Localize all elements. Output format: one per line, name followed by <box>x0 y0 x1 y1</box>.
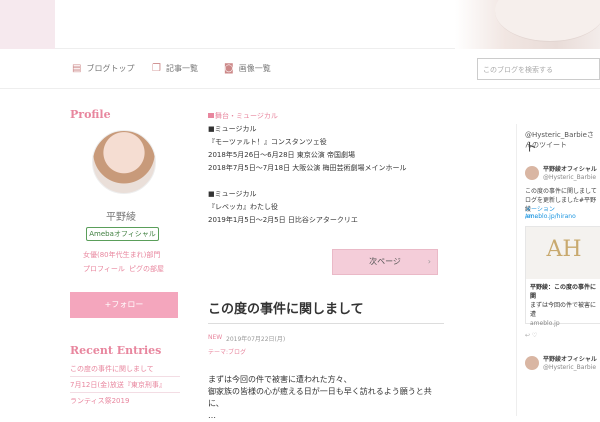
pig-room-link[interactable]: ピグの部屋 <box>129 264 164 274</box>
blog-nav: ▤ ブログトップ ❐ 記事一覧 ◙ 画像一覧 このブログを検索する <box>0 49 600 89</box>
recent-entry[interactable]: ランティス祭2019 <box>70 396 129 406</box>
nav-image-list[interactable]: ◙ 画像一覧 <box>224 63 271 74</box>
nav-entry-list[interactable]: ❐ 記事一覧 <box>152 63 198 74</box>
text-line: ■ミュージカル <box>208 190 257 198</box>
text-line: 『モーツァルト！』コンスタンツェ役 <box>208 138 327 146</box>
avatar[interactable] <box>525 166 539 180</box>
text-line: 2018年7月5日〜7月18日 大阪公演 梅田芸術劇場メインホール <box>208 164 407 172</box>
chevron-right-icon: › <box>427 257 431 266</box>
category-icon <box>208 113 214 118</box>
tweet-author[interactable]: 平野綾オフィシャル <box>543 164 597 173</box>
entry-text: まずは今回の件で被害に遭われた方々、 御家族の皆様の心が癒える日が一日も早く訪れ… <box>208 375 432 420</box>
follow-button[interactable]: +フォロー <box>70 292 178 318</box>
article-body: 舞台・ミュージカル ■ミュージカル 『モーツァルト！』コンスタンツェ役 2018… <box>208 110 444 227</box>
tweet-author[interactable]: 平野綾オフィシャル <box>543 354 597 363</box>
theme-link[interactable]: テーマ:ブログ <box>208 347 246 356</box>
nav-blog-top[interactable]: ▤ ブログトップ <box>72 63 134 74</box>
recent-entries-heading: Recent Entries <box>70 344 162 357</box>
tweet-line[interactable]: /en... <box>525 213 540 220</box>
genre-link[interactable]: 女優(80年代生まれ)部門 <box>83 250 160 260</box>
tweet-handle[interactable]: @Hysteric_Barbie <box>543 174 596 181</box>
twitter-widget: @Hysteric_Barbieさんのツイート ト 平野綾オフィシャル @Hys… <box>516 124 600 416</box>
profile-name[interactable]: 平野綾 <box>106 208 136 223</box>
header-photo <box>455 0 600 49</box>
tweet-handle[interactable]: @Hysteric_Barbie <box>543 364 596 371</box>
profile-heading: Profile <box>70 108 111 121</box>
camera-icon: ◙ <box>224 63 234 74</box>
text-line: ■ミュージカル <box>208 125 257 133</box>
header-color-block <box>0 0 55 49</box>
recent-entry[interactable]: 7月12日(金)放送『東京刑事』 <box>70 380 166 390</box>
new-badge: NEW <box>208 334 223 341</box>
text-line: 2019年1月5日〜2月5日 日比谷シアタークリエ <box>208 216 358 224</box>
divider <box>70 392 180 393</box>
search-input[interactable]: このブログを検索する <box>477 58 600 80</box>
pages-icon: ❐ <box>152 63 161 74</box>
divider <box>208 323 444 324</box>
link-card[interactable]: AH 平野綾：この度の事件に関 まずは今回の件で被害に遭 ameblo.jp <box>525 226 600 327</box>
recent-entry[interactable]: この度の事件に関しまして <box>70 364 154 374</box>
reply-icon[interactable]: ↩ ♡ <box>525 332 537 339</box>
text-line: 『レベッカ』わたし役 <box>208 203 278 211</box>
entry-title[interactable]: この度の事件に関しまして <box>208 298 364 317</box>
entry-date: 2019年07月22日(月) <box>226 336 286 343</box>
document-icon: ▤ <box>72 63 82 74</box>
text-line <box>208 175 444 188</box>
next-page-button[interactable]: 次ページ › <box>332 249 438 275</box>
official-badge: Amebaオフィシャル <box>86 227 159 241</box>
avatar[interactable] <box>525 356 539 370</box>
divider <box>70 376 180 377</box>
profile-link[interactable]: プロフィール <box>83 264 125 274</box>
twitter-header-tail: ト <box>525 140 538 154</box>
avatar[interactable] <box>92 130 156 194</box>
card-text: 平野綾：この度の事件に関 まずは今回の件で被害に遭 ameblo.jp <box>530 284 597 327</box>
header <box>0 0 600 49</box>
category-link[interactable]: 舞台・ミュージカル <box>208 110 444 123</box>
text-line: 2018年5月26日〜6月28日 東京公演 帝国劇場 <box>208 151 355 159</box>
card-image: AH <box>526 227 600 279</box>
tweet-line: この度の事件に関しまして <box>525 188 597 195</box>
